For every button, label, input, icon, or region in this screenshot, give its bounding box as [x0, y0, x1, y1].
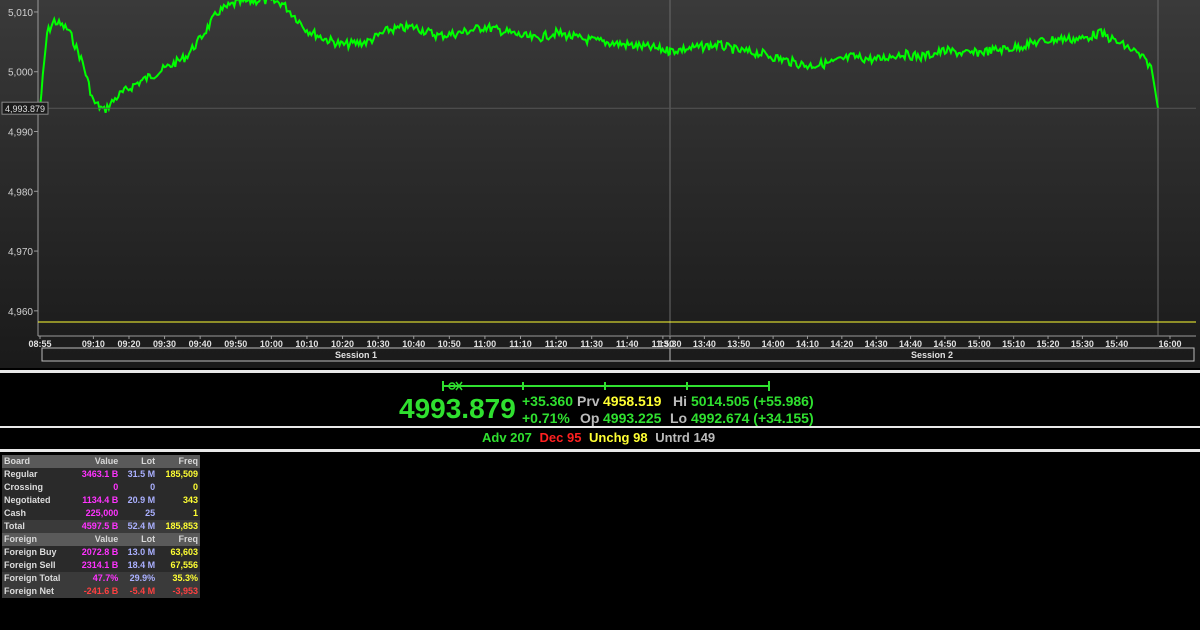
last-value-label: 4,993.879: [5, 104, 45, 114]
column-header: Foreign: [2, 533, 73, 546]
value-cell: 0: [72, 481, 121, 494]
separator: [0, 449, 1200, 452]
table-row: Negotiated 1134.4 B 20.9 M 343: [2, 494, 200, 507]
y-tick-label: 4,980: [8, 187, 33, 198]
lot-cell: 31.5 M: [120, 468, 158, 481]
y-tick-label: 5,000: [8, 68, 33, 79]
freq-cell: 185,509: [157, 468, 200, 481]
index-line: [39, 0, 1159, 114]
lot-cell: 13.0 M: [120, 546, 158, 559]
advancers: Adv 207: [482, 430, 532, 445]
value-cell: 47.7%: [72, 572, 121, 585]
prev-value: 4958.519: [603, 393, 662, 409]
index-chart-panel: 5,010 5,000 4,990 4,980 4,970 4,960 08:55 09:1…: [0, 0, 1200, 368]
lot-cell: 18.4 M: [120, 559, 158, 572]
lot-cell: 29.9%: [120, 572, 158, 585]
separator: [0, 426, 1200, 428]
range-bar: [442, 381, 770, 391]
session-2-label: Session 2: [911, 350, 953, 360]
lot-cell: 20.9 M: [120, 494, 158, 507]
row-label: Foreign Sell: [2, 559, 73, 572]
lot-cell: 25: [120, 507, 158, 520]
intraday-line-chart: 5,0105,0004,9904,9804,9704,960 08:55 09:1…: [1, 0, 1196, 362]
column-header: Value: [72, 533, 121, 546]
index-last-value: 4993.879: [399, 393, 516, 424]
decliners: Dec 95: [539, 430, 582, 445]
freq-cell: 185,853: [157, 520, 200, 533]
lot-cell: 0: [120, 481, 158, 494]
value-cell: 2314.1 B: [72, 559, 121, 572]
row-label: Foreign Buy: [2, 546, 73, 559]
freq-cell: 343: [157, 494, 200, 507]
board-header-row: Board Value Lot Freq: [2, 455, 200, 468]
column-header: Freq: [157, 455, 200, 468]
session-1-label: Session 1: [335, 350, 377, 360]
table-row: Foreign Total 47.7% 29.9% 35.3%: [2, 572, 200, 585]
value-cell: 1134.4 B: [72, 494, 121, 507]
column-header: Lot: [120, 533, 158, 546]
lot-cell: 52.4 M: [120, 520, 158, 533]
market-breadth: Adv 207 Dec 95 Unchg 98 Untrd 149: [482, 430, 719, 445]
y-tick-label: 4,990: [8, 128, 33, 139]
row-label: Foreign Total: [2, 572, 73, 585]
table-row: Cash 225,000 25 1: [2, 507, 200, 520]
low-label: Lo: [670, 410, 688, 426]
table-row: Foreign Buy 2072.8 B 13.0 M 63,603: [2, 546, 200, 559]
table-row: Crossing 0 0 0: [2, 481, 200, 494]
freq-cell: -3,953: [157, 585, 200, 598]
table-row: Regular 3463.1 B 31.5 M 185,509: [2, 468, 200, 481]
freq-cell: 1: [157, 507, 200, 520]
y-tick-label: 5,010: [8, 8, 33, 19]
value-cell: 3463.1 B: [72, 468, 121, 481]
row-label: Negotiated: [2, 494, 73, 507]
open-value: 4993.225: [603, 410, 662, 426]
lot-cell: -5.4 M: [120, 585, 158, 598]
high-label: Hi: [673, 393, 687, 409]
column-header: Lot: [120, 455, 158, 468]
quote-panel: [0, 372, 1200, 426]
change-value: +35.360: [522, 393, 573, 409]
prev-label: Prv: [577, 393, 600, 409]
change-percent: +0.71%: [522, 410, 570, 426]
freq-cell: 63,603: [157, 546, 200, 559]
column-header: Board: [2, 455, 73, 468]
freq-cell: 67,556: [157, 559, 200, 572]
table-row: Foreign Sell 2314.1 B 18.4 M 67,556: [2, 559, 200, 572]
column-header: Value: [72, 455, 121, 468]
value-cell: 225,000: [72, 507, 121, 520]
row-label: Foreign Net: [2, 585, 73, 598]
unchanged: Unchg 98: [589, 430, 648, 445]
y-tick-label: 4,960: [8, 307, 33, 318]
trading-summary-table: Board Value Lot Freq Regular 3463.1 B 31…: [2, 455, 200, 598]
untraded: Untrd 149: [655, 430, 716, 445]
value-cell: 4597.5 B: [72, 520, 121, 533]
table-row: Foreign Net -241.6 B -5.4 M -3,953: [2, 585, 200, 598]
value-cell: 2072.8 B: [72, 546, 121, 559]
row-label: Crossing: [2, 481, 73, 494]
value-cell: -241.6 B: [72, 585, 121, 598]
row-label: Cash: [2, 507, 73, 520]
foreign-header-row: Foreign Value Lot Freq: [2, 533, 200, 546]
row-label: Regular: [2, 468, 73, 481]
open-label: Op: [580, 410, 600, 426]
column-header: Freq: [157, 533, 200, 546]
freq-cell: 35.3%: [157, 572, 200, 585]
row-label: Total: [2, 520, 73, 533]
table-row-total: Total 4597.5 B 52.4 M 185,853: [2, 520, 200, 533]
freq-cell: 0: [157, 481, 200, 494]
low-value: 4992.674 (+34.155): [691, 410, 814, 426]
high-value: 5014.505 (+55.986): [691, 393, 814, 409]
y-tick-label: 4,970: [8, 247, 33, 258]
